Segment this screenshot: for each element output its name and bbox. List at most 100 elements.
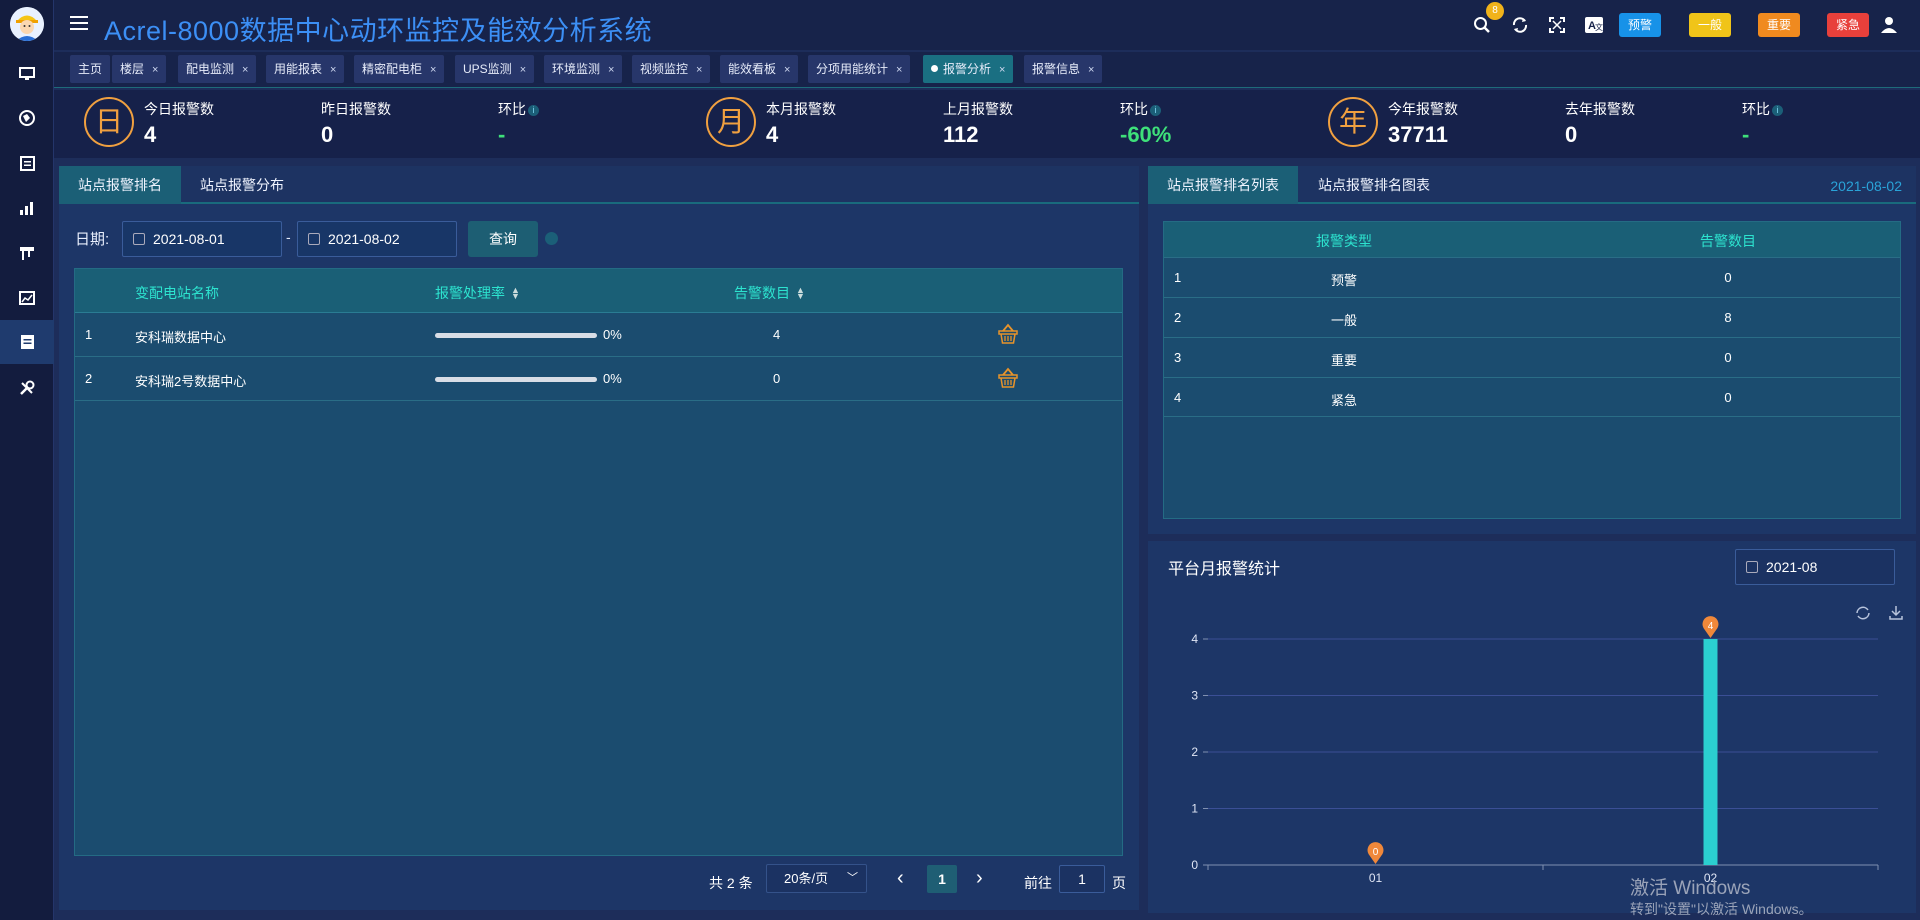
start-date-input[interactable]: 2021-08-01 [122, 221, 282, 257]
tab-home[interactable]: 主页 [70, 55, 111, 83]
y-tick-label: 2 [1191, 745, 1198, 759]
tab-floor[interactable]: 楼层 × [112, 55, 167, 83]
urgent-level-button[interactable]: 紧急 [1827, 13, 1870, 37]
bar [1703, 639, 1718, 865]
close-icon[interactable]: × [330, 64, 336, 76]
prev-page-button[interactable]: ‹ [897, 867, 904, 890]
ratio-label-text: 环比 [498, 101, 526, 117]
table-row[interactable]: 4 紧急 0 [1164, 377, 1900, 417]
close-icon[interactable]: × [152, 64, 158, 76]
close-icon[interactable]: × [896, 64, 902, 76]
refresh-icon[interactable] [1510, 14, 1530, 36]
page-size-select[interactable]: 20条/页 ﹀ [766, 864, 867, 893]
monthly-alarm-chart: 01234010024 [1191, 616, 1879, 885]
table-row[interactable]: 2 安科瑞2号数据中心 0% 0 [75, 357, 1122, 401]
fullscreen-icon[interactable] [1547, 14, 1567, 36]
tab-itemized-energy[interactable]: 分项用能统计 × [808, 55, 911, 83]
close-icon[interactable]: × [1088, 64, 1094, 76]
sidebar-item-monitor[interactable] [0, 52, 54, 96]
alarm-type-table: 报警类型 告警数目 1 预警 0 2 一般 8 3 重要 0 4 紧急 0 [1163, 221, 1901, 519]
close-icon[interactable]: × [696, 64, 702, 76]
sidebar-item-report[interactable] [0, 276, 54, 320]
alarm-count: 8 [1724, 310, 1732, 325]
document-icon [19, 155, 35, 171]
tab-video-monitor[interactable]: 视频监控 × [632, 55, 711, 83]
sidebar-item-statistics[interactable] [0, 186, 54, 230]
tab-label: 用能报表 [274, 62, 323, 76]
calendar-icon [308, 233, 320, 245]
activation-watermark: 激活 Windows [1630, 878, 1751, 899]
total-count: 共 2 条 [709, 875, 753, 891]
col-handling-rate[interactable]: 报警处理率 ▲ ▼ [435, 283, 520, 303]
tab-power-monitor[interactable]: 配电监测 × [178, 55, 257, 83]
handling-rate-bar [435, 333, 597, 338]
info-icon[interactable] [545, 232, 558, 245]
last-year-value: 0 [1565, 122, 1578, 147]
tab-energy-report[interactable]: 用能报表 × [266, 55, 345, 83]
tab-station-alarm-distribution[interactable]: 站点报警分布 [181, 166, 303, 204]
close-icon[interactable]: × [999, 64, 1005, 76]
general-level-button[interactable]: 一般 [1689, 13, 1732, 37]
sort-icon[interactable]: ▲ ▼ [511, 286, 520, 301]
page-size-value: 20条/页 [784, 871, 829, 886]
row-index: 3 [1174, 350, 1182, 365]
close-icon[interactable]: × [784, 64, 790, 76]
close-icon[interactable]: × [608, 64, 614, 76]
row-index: 4 [1174, 390, 1182, 405]
next-page-button[interactable]: › [976, 867, 983, 890]
translate-icon[interactable]: A文 [1584, 14, 1604, 36]
tab-ranking-list[interactable]: 站点报警排名列表 [1148, 166, 1298, 204]
query-button[interactable]: 查询 [468, 221, 538, 257]
col-alarm-type-label: 报警类型 [1316, 233, 1372, 249]
alarm-list-icon [20, 335, 34, 349]
tab-label: 分项用能统计 [816, 62, 889, 76]
goto-page-input[interactable]: 1 [1059, 865, 1105, 893]
handling-rate-bar [435, 377, 597, 382]
important-level-button[interactable]: 重要 [1758, 13, 1801, 37]
close-icon[interactable]: × [242, 64, 248, 76]
table-header: 报警类型 告警数目 [1164, 222, 1900, 257]
menu-toggle-icon[interactable] [70, 16, 88, 32]
alarm-count: 0 [773, 371, 781, 386]
tab-alarm-analysis[interactable]: 报警分析 × [923, 55, 1014, 83]
close-icon[interactable]: × [430, 64, 436, 76]
sidebar-item-alarm-analysis[interactable] [0, 320, 54, 364]
sidebar-item-equipment[interactable] [0, 231, 54, 275]
basket-icon[interactable] [997, 323, 1019, 348]
close-icon[interactable]: × [520, 64, 526, 76]
table-row[interactable]: 1 预警 0 [1164, 257, 1900, 297]
basket-icon[interactable] [997, 367, 1019, 392]
tab-station-alarm-ranking[interactable]: 站点报警排名 [59, 166, 181, 204]
date-separator: - [286, 229, 291, 245]
ratio-label-text: 环比 [1742, 101, 1770, 117]
sidebar-item-document[interactable] [0, 141, 54, 185]
this-year-value: 37711 [1388, 122, 1448, 147]
avatar[interactable] [10, 7, 44, 41]
tab-ups-monitor[interactable]: UPS监测 × [455, 55, 535, 83]
tab-precision-cabinet[interactable]: 精密配电柜 × [354, 55, 445, 83]
tab-ranking-chart[interactable]: 站点报警排名图表 [1299, 166, 1449, 204]
sort-icon[interactable]: ▲ ▼ [796, 286, 805, 301]
sidebar-item-globe[interactable] [0, 96, 54, 140]
tab-efficiency-board[interactable]: 能效看板 × [720, 55, 799, 83]
tab-alarm-info[interactable]: 报警信息 × [1024, 55, 1103, 83]
user-icon[interactable] [1879, 14, 1899, 36]
info-icon[interactable]: i [1150, 105, 1161, 116]
col-alarm-count[interactable]: 告警数目 ▲ ▼ [734, 283, 805, 303]
handling-rate-label: 0% [603, 327, 622, 342]
y-tick-label: 4 [1191, 632, 1198, 646]
table-row[interactable]: 1 安科瑞数据中心 0% 4 [75, 313, 1122, 357]
tab-environment-monitor[interactable]: 环境监测 × [544, 55, 623, 83]
info-icon[interactable]: i [528, 105, 539, 116]
last-month-value: 112 [943, 122, 979, 147]
day-ratio-value: - [498, 122, 506, 147]
warning-level-button[interactable]: 预警 [1619, 13, 1662, 37]
ranking-date: 2021-08-02 [1830, 178, 1902, 194]
sidebar-item-maintenance[interactable] [0, 366, 54, 410]
table-row[interactable]: 2 一般 8 [1164, 297, 1900, 337]
page-number-1[interactable]: 1 [927, 865, 957, 893]
monitor-icon [19, 67, 35, 80]
info-icon[interactable]: i [1772, 105, 1783, 116]
table-row[interactable]: 3 重要 0 [1164, 337, 1900, 377]
end-date-input[interactable]: 2021-08-02 [297, 221, 457, 257]
